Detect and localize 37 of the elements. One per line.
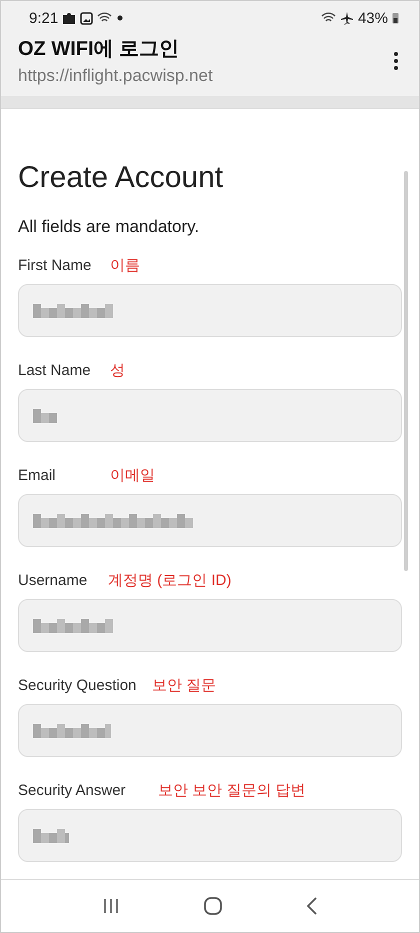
input-field[interactable] <box>18 494 402 547</box>
battery-icon <box>392 12 399 24</box>
dot-icon <box>116 14 124 22</box>
battery-percent: 43% <box>358 10 388 26</box>
field-label: Security Question <box>18 677 138 694</box>
field-label: First Name <box>18 257 92 274</box>
field-label: Email <box>18 467 57 484</box>
puzzle-icon <box>62 11 76 25</box>
annotation-text: 보안 질문 <box>152 676 216 695</box>
status-time: 9:21 <box>29 10 58 26</box>
input-field[interactable] <box>18 389 402 442</box>
page-title: OZ WIFI에 로그인 <box>18 37 180 62</box>
form-note: All fields are mandatory. <box>18 217 200 237</box>
input-field[interactable] <box>18 284 402 337</box>
blurred-text-drawing <box>33 828 69 842</box>
form-title: Create Account <box>18 161 224 195</box>
blurred-text-drawing <box>33 408 57 422</box>
field-label: Last Name <box>18 362 92 379</box>
input-field[interactable] <box>18 809 402 862</box>
annotation-text: 성 <box>110 361 125 380</box>
more-menu-icon[interactable] <box>393 50 399 70</box>
wifi-icon <box>97 12 112 24</box>
field-label: Security Answer <box>18 782 127 799</box>
input-field[interactable] <box>18 704 402 757</box>
annotation-text: 이메일 <box>110 466 155 485</box>
back-icon[interactable] <box>306 897 317 915</box>
annotation-text: 계정명 (로그인 ID) <box>108 571 232 590</box>
home-icon[interactable] <box>204 897 222 915</box>
input-field[interactable] <box>18 599 402 652</box>
image-icon <box>80 12 94 24</box>
wifi-icon <box>320 12 336 24</box>
airplane-icon <box>340 11 354 25</box>
page-url: https://inflight.pacwisp.net <box>18 66 214 86</box>
recent-apps-icon[interactable] <box>103 898 120 914</box>
annotation-text: 이름 <box>110 256 140 275</box>
field-label: Username <box>18 572 88 589</box>
annotation-text: 보안 보안 질문의 답변 <box>158 781 306 800</box>
